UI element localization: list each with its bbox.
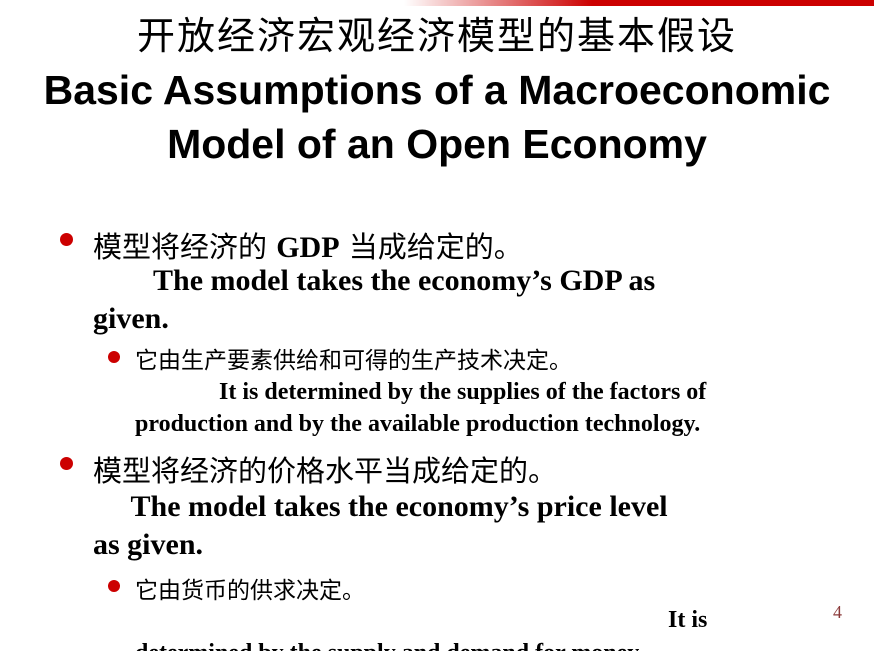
page-number: 4: [833, 602, 842, 622]
bullet-1-english: The model takes the economy’s GDP as giv…: [93, 264, 656, 335]
bullet-dot-icon: [60, 233, 73, 246]
sub-bullet-1-english: It is determined by the supplies of the …: [135, 379, 707, 437]
title-english-line-1: Basic Assumptions of a Macroeconomic: [43, 67, 831, 113]
bullet-2-chinese: 模型将经济的价格水平当成给定的。: [93, 454, 558, 488]
title-chinese: 开放经济宏观经济模型的基本假设: [136, 14, 737, 58]
accent-bar: [404, 0, 874, 6]
sub-bullet-2-chinese: 它由货币的供求决定。: [135, 578, 365, 604]
bullet-1-zh-post: 当成给定的。: [339, 230, 523, 264]
sub-bullet-dot-icon: [108, 580, 120, 592]
bullet-1-zh-pre: 模型将经济的: [93, 230, 277, 264]
bullet-1-zh-gdp: GDP: [276, 231, 340, 264]
sub-bullet-2-english-line-1: It is: [668, 607, 708, 633]
title-english-line-2: Model of an Open Economy: [167, 121, 707, 167]
sub-bullet-dot-icon: [108, 351, 120, 363]
slide: 开放经济宏观经济模型的基本假设 Basic Assumptions of a M…: [0, 0, 874, 651]
bullet-2-english: The model takes the economy’s price leve…: [93, 490, 668, 561]
sub-bullet-2-english-line-2: determined by the supply and demand for …: [135, 637, 835, 651]
sub-bullet-1-chinese: 它由生产要素供给和可得的生产技术决定。: [135, 348, 572, 374]
bullet-1-chinese: 模型将经济的 GDP 当成给定的。: [93, 224, 523, 266]
bullet-dot-icon: [60, 457, 73, 470]
